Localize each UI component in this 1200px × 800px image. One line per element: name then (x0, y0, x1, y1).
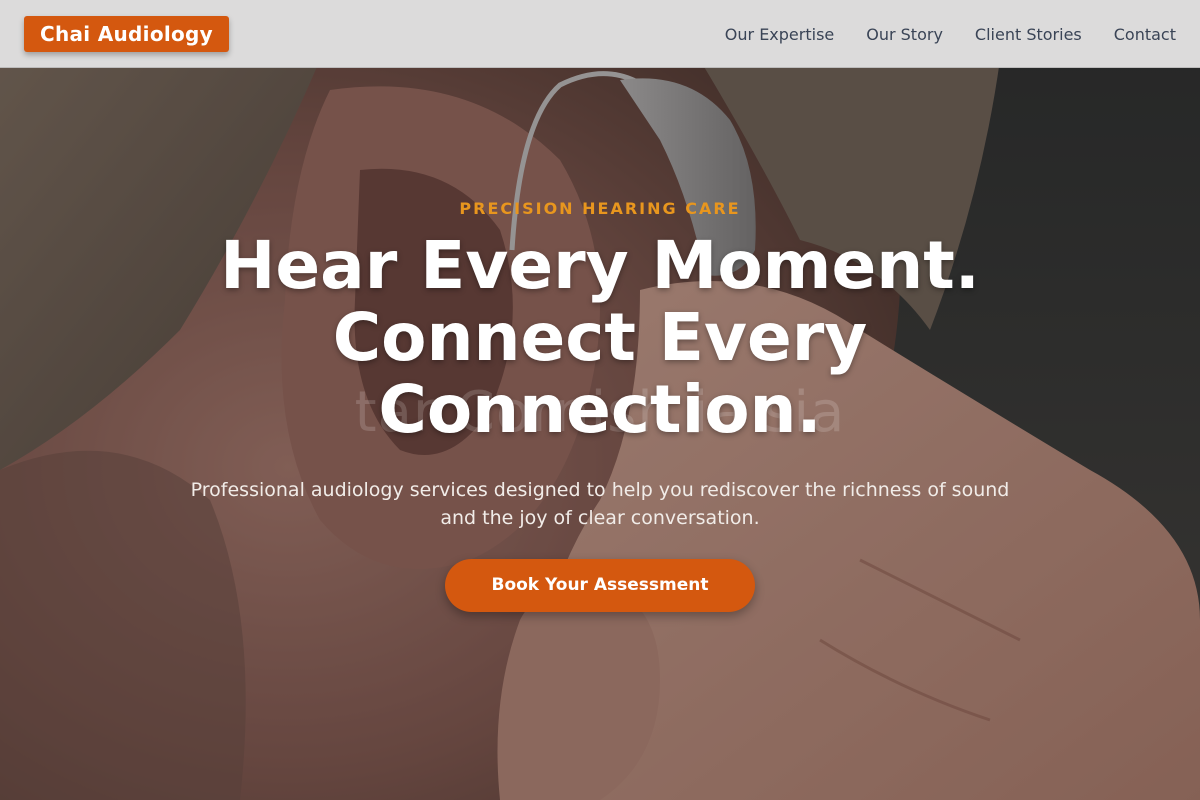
hero-subtext: Professional audiology services designed… (190, 479, 1010, 529)
nav-link-client-stories[interactable]: Client Stories (975, 25, 1082, 44)
book-assessment-button[interactable]: Book Your Assessment (445, 559, 755, 612)
hero-headline: Hear Every Moment. Connect Every Connect… (220, 227, 980, 448)
main-nav: Our Expertise Our Story Client Stories C… (725, 0, 1176, 68)
hero-eyebrow: PRECISION HEARING CARE (459, 199, 741, 218)
nav-link-our-expertise[interactable]: Our Expertise (725, 25, 834, 44)
site-header: Chai Audiology Our Expertise Our Story C… (0, 0, 1200, 68)
nav-link-contact[interactable]: Contact (1114, 25, 1176, 44)
nav-link-our-story[interactable]: Our Story (866, 25, 943, 44)
hero-section: PRECISION HEARING CARE Hear Every Moment… (0, 198, 1200, 612)
landing-page: tar Cornish ia sia Chai Audiology Our Ex… (0, 0, 1200, 800)
brand-logo[interactable]: Chai Audiology (24, 16, 230, 52)
